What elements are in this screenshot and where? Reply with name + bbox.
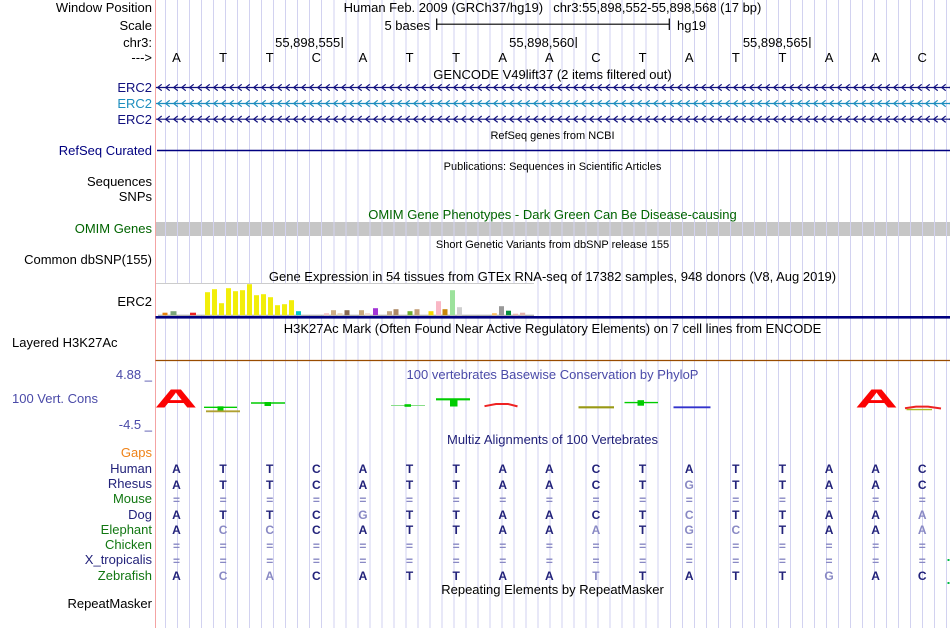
svg-text:A: A — [855, 384, 898, 413]
svg-text:A: A — [155, 384, 198, 413]
